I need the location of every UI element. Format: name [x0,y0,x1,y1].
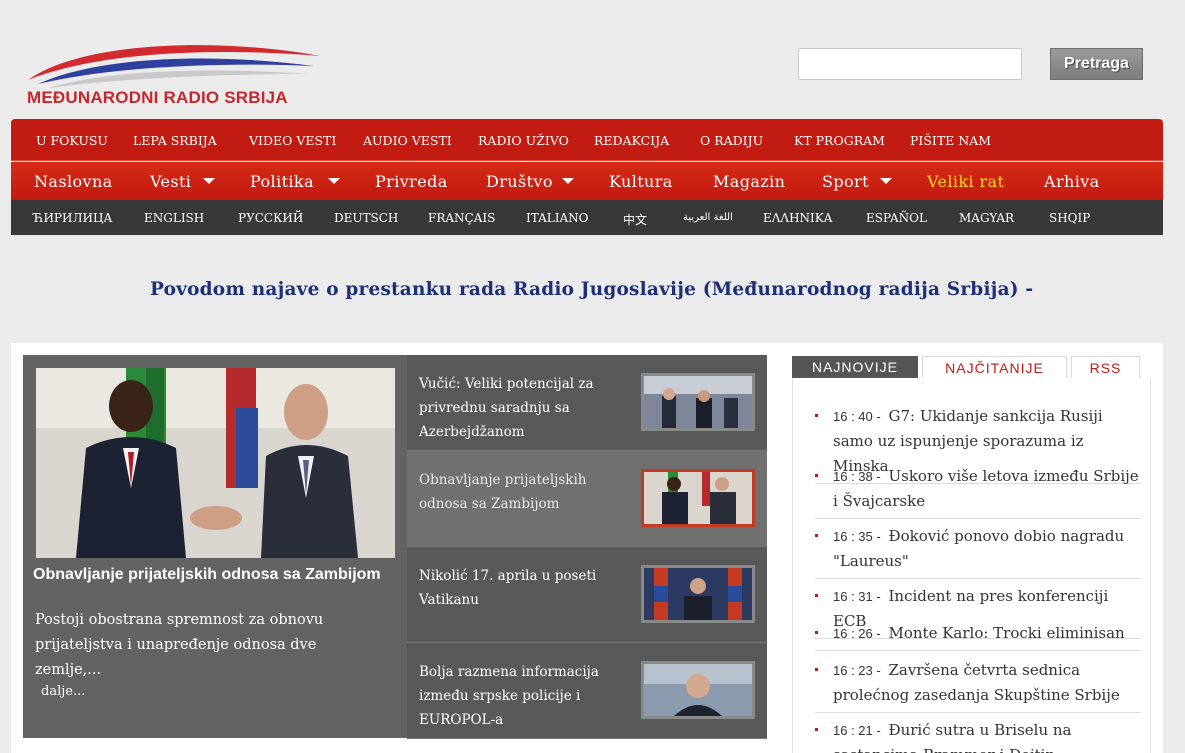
nav-pisite-nam[interactable]: PIŠITE NAM [910,133,991,148]
nav-magazin[interactable]: Magazin [713,172,785,191]
lang-english[interactable]: ENGLISH [144,211,204,225]
nav-vesti[interactable]: Vesti [150,172,191,191]
nav-drustvo[interactable]: Društvo [486,172,553,191]
news-item[interactable]: 16 : 26 - Monte Karlo: Trocki eliminisan [815,621,1141,651]
slider-item-title: Obnavljanje prijateljskih odnosa sa Zamb… [419,472,587,512]
news-time: 16 : 38 - [833,469,881,484]
headline-link[interactable]: Povodom najave o prestanku rada Radio Ju… [150,279,1033,300]
slider-item-title: Bolja razmena informacija između srpske … [419,664,599,728]
main-navigation: Naslovna Vesti Politika Privreda Društvo… [11,162,1163,200]
nav-radio-uzivo[interactable]: RADIO UŽIVO [478,133,569,148]
bullet-icon [815,631,818,634]
search-input[interactable] [798,48,1022,80]
nav-privreda[interactable]: Privreda [375,172,448,191]
bullet-icon [815,414,818,417]
read-more-link[interactable]: dalje... [41,684,85,699]
slider-thumbnail [641,469,755,527]
nav-o-radiju[interactable]: O RADIJU [700,133,763,148]
slider-thumbnail [641,373,755,431]
nav-naslovna[interactable]: Naslovna [34,172,113,191]
nav-lepa-srbija[interactable]: LEPA SRBIJA [133,133,217,148]
top-navigation: U FOKUSU LEPA SRBIJA VIDEO VESTI AUDIO V… [11,119,1163,161]
news-time: 16 : 35 - [833,529,881,544]
bullet-icon [815,474,818,477]
featured-image[interactable] [36,368,395,558]
flag-swoosh-icon [28,45,320,88]
slider-thumbnail [641,565,755,623]
news-time: 16 : 40 - [833,409,881,424]
search-button[interactable]: Pretraga [1050,48,1143,80]
nav-video-vesti[interactable]: VIDEO VESTI [249,133,336,148]
site-logo[interactable]: MEĐUNARODNI RADIO SRBIJA [24,40,324,110]
news-time: 16 : 31 - [833,589,881,604]
nav-kt-program[interactable]: KT PROGRAM [794,133,885,148]
chevron-down-icon [328,178,340,184]
slider-item-title: Vučić: Veliki potencijal za privrednu sa… [419,376,594,440]
nav-kultura[interactable]: Kultura [609,172,673,191]
slider-thumbnail [641,661,755,719]
chevron-down-icon [203,178,215,184]
lang-espanol[interactable]: ESPAÑOL [866,211,927,225]
bullet-icon [815,594,818,597]
news-title[interactable]: Monte Karlo: Trocki eliminisan [888,624,1124,642]
nav-politika[interactable]: Politika [250,172,314,191]
featured-story: Obnavljanje prijateljskih odnosa sa Zamb… [23,355,407,738]
sidebar-tabs: NAJNOVIJE NAJČITANIJE RSS [792,356,1152,378]
featured-excerpt: Postoji obostrana spremnost za obnovu pr… [35,612,324,678]
language-navigation: ЋИРИЛИЦА ENGLISH РУССКИЙ DEUTSCH FRANÇAI… [11,200,1163,235]
chevron-down-icon [880,178,892,184]
news-item[interactable]: 16 : 35 - Đoković ponovo dobio nagradu "… [815,524,1141,579]
lang-magyar[interactable]: MAGYAR [959,211,1014,225]
slider-list: Vučić: Veliki potencijal za privrednu sa… [407,355,767,739]
lang-deutsch[interactable]: DEUTSCH [334,211,398,225]
nav-audio-vesti[interactable]: AUDIO VESTI [363,133,452,148]
slider-item[interactable]: Obnavljanje prijateljskih odnosa sa Zamb… [407,451,767,547]
tab-latest[interactable]: NAJNOVIJE [792,356,918,378]
lang-italiano[interactable]: ITALIANO [526,211,588,225]
news-time: 16 : 26 - [833,626,881,641]
news-item[interactable]: 16 : 38 - Uskoro više letova između Srbi… [815,464,1141,519]
news-time: 16 : 23 - [833,663,881,678]
lang-greek[interactable]: ΕΛΛΗΝΙΚΑ [763,211,832,225]
nav-veliki-rat[interactable]: Veliki rat [927,172,1004,191]
lang-russian[interactable]: РУССКИЙ [238,211,303,225]
slider-item[interactable]: Nikolić 17. aprila u poseti Vatikanu [407,547,767,643]
tab-most-read[interactable]: NAJČITANIJE [922,356,1067,378]
bullet-icon [815,728,818,731]
lang-francais[interactable]: FRANÇAIS [428,211,495,225]
bullet-icon [815,668,818,671]
news-item[interactable]: 16 : 23 - Završena četvrta sednica prole… [815,658,1141,713]
slider-item-title: Nikolić 17. aprila u poseti Vatikanu [419,568,597,608]
logo-text: MEĐUNARODNI RADIO SRBIJA [27,88,288,107]
featured-title[interactable]: Obnavljanje prijateljskih odnosa sa Zamb… [33,566,381,584]
nav-sport[interactable]: Sport [822,172,869,191]
bullet-icon [815,534,818,537]
news-item[interactable]: 16 : 21 - Đurić sutra u Briselu na sasta… [815,718,1141,753]
latest-news-list: 16 : 40 - G7: Ukidanje sankcija Rusiji s… [792,378,1151,753]
nav-u-fokusu[interactable]: U FOKUSU [36,133,108,148]
nav-arhiva[interactable]: Arhiva [1044,172,1100,191]
lang-arabic[interactable]: اللغة العربية [683,212,733,223]
slider-item[interactable]: Vučić: Veliki potencijal za privrednu sa… [407,355,767,451]
news-time: 16 : 21 - [833,723,881,738]
lang-shqip[interactable]: SHQIP [1049,211,1090,225]
tab-rss[interactable]: RSS [1071,356,1140,378]
nav-redakcija[interactable]: REDAKCIJA [594,133,669,148]
lang-chinese[interactable]: 中文 [623,211,647,228]
lang-cirilica[interactable]: ЋИРИЛИЦА [33,211,113,225]
chevron-down-icon [562,178,574,184]
slider-item[interactable]: Bolja razmena informacija između srpske … [407,643,767,739]
